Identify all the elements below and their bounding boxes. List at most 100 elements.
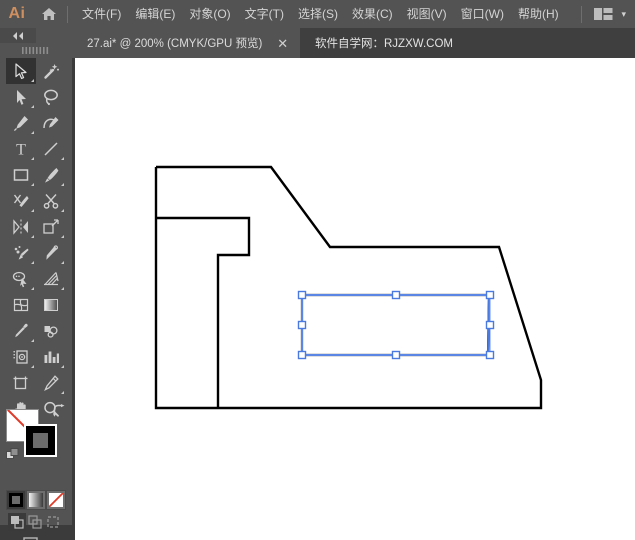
menu-file[interactable]: 文件(F) [75,3,128,25]
inner-step[interactable] [156,218,249,408]
site-watermark: 软件自学网：RJZXW.COM [315,28,453,58]
menu-window[interactable]: 窗口(W) [454,3,511,25]
tool-row: T [6,136,66,162]
paintbrush-tool[interactable] [36,162,66,188]
handle-middle-left [299,322,306,329]
artboard-tool[interactable] [6,370,36,396]
handle-top-right [487,292,494,299]
symbol-sprayer-tool[interactable] [6,240,36,266]
tool-row [6,344,66,370]
selection-highlight [302,295,489,355]
tool-row [6,370,66,396]
tool-corner-marker [61,157,64,160]
column-graph-tool[interactable] [36,344,66,370]
scissors-tool[interactable] [36,188,66,214]
selection-tool[interactable] [6,58,36,84]
drag-grip-icon[interactable] [8,44,64,57]
tool-panel: T [0,28,72,525]
menu-right-divider [581,6,582,23]
menu-type[interactable]: 文字(T) [238,3,291,25]
tool-corner-marker [31,183,34,186]
tool-row [6,110,66,136]
free-transform-tool[interactable] [36,214,66,240]
tool-row [6,292,66,318]
blend-tool[interactable] [36,318,66,344]
tool-corner-marker [61,183,64,186]
magic-wand-tool[interactable] [36,58,66,84]
handle-bottom-right [487,352,494,359]
handle-top-center [393,292,400,299]
document-tab-title: 27.ai* @ 200% (CMYK/GPU 预览) [87,35,262,51]
curvature-tool[interactable] [36,110,66,136]
menu-edit[interactable]: 编辑(E) [128,3,182,25]
rotate-reflect-tool[interactable] [6,214,36,240]
shape-builder-tool[interactable] [6,266,36,292]
tool-row [6,188,66,214]
menu-effect[interactable]: 效果(C) [345,3,400,25]
selection-handles[interactable] [299,292,494,359]
tool-corner-marker [61,287,64,290]
line-segment-tool[interactable] [36,136,66,162]
pen-tool[interactable] [6,110,36,136]
double-chevron-left-icon[interactable] [0,28,36,43]
handle-middle-right [487,322,494,329]
swap-arrow-icon[interactable] [52,404,68,420]
color-mode-row [6,490,66,510]
tool-corner-marker [31,157,34,160]
handle-bottom-center [393,352,400,359]
main-outline[interactable] [156,167,541,408]
draw-normal-mode[interactable] [8,513,26,531]
stroke-swatch-inner [33,433,48,448]
direct-selection-tool[interactable] [6,84,36,110]
tool-corner-marker [31,131,34,134]
menu-view[interactable]: 视图(V) [400,3,454,25]
selection-bounding-box [302,295,490,355]
shaper-tool[interactable] [6,188,36,214]
type-tool[interactable]: T [6,136,36,162]
svg-text:T: T [16,142,26,159]
canvas-area[interactable] [75,58,635,540]
tool-corner-marker [31,365,34,368]
draw-mode-row [8,513,64,531]
default-colors-icon[interactable] [6,448,20,462]
tool-corner-marker [61,261,64,264]
tool-row [6,58,66,84]
document-tab-bar: 27.ai* @ 200% (CMYK/GPU 预览) ✕ 软件自学网：RJZX… [0,28,635,58]
menu-object[interactable]: 对象(O) [182,3,237,25]
puppet-warp-tool[interactable] [36,240,66,266]
color-mode-color[interactable] [6,490,26,510]
chevron-down-icon[interactable]: ▾ [619,9,631,20]
stroke-swatch[interactable] [24,424,57,457]
document-tab[interactable]: 27.ai* @ 200% (CMYK/GPU 预览) ✕ [75,28,300,58]
close-icon[interactable]: ✕ [274,37,291,50]
lasso-tool[interactable] [36,84,66,110]
selected-trapezoid[interactable] [302,295,489,355]
layout-grid-icon[interactable] [589,7,619,21]
tool-row [6,162,66,188]
menu-select[interactable]: 选择(S) [291,3,345,25]
color-mode-gradient[interactable] [26,490,46,510]
tool-row [6,266,66,292]
tool-corner-marker [61,235,64,238]
home-icon[interactable] [34,7,64,21]
menu-bar-right: ▾ [578,0,631,28]
tool-corner-marker [31,339,34,342]
menu-help[interactable]: 帮助(H) [511,3,566,25]
tool-corner-marker [31,79,34,82]
draw-inside-mode[interactable] [44,513,62,531]
slice-tool[interactable] [36,370,66,396]
screen-mode-icon[interactable] [22,536,50,540]
color-mode-none[interactable] [46,490,66,510]
artwork-svg [75,58,635,540]
tool-corner-marker [31,105,34,108]
mesh-tool[interactable] [6,292,36,318]
eyedropper-tool[interactable] [6,318,36,344]
perspective-grid-tool[interactable] [36,266,66,292]
tool-corner-marker [31,235,34,238]
tool-corner-marker [31,209,34,212]
rectangle-tool[interactable] [6,162,36,188]
tool-corner-marker [61,365,64,368]
draw-behind-mode[interactable] [26,513,44,531]
symbol-library-tool[interactable] [6,344,36,370]
gradient-tool[interactable] [36,292,66,318]
